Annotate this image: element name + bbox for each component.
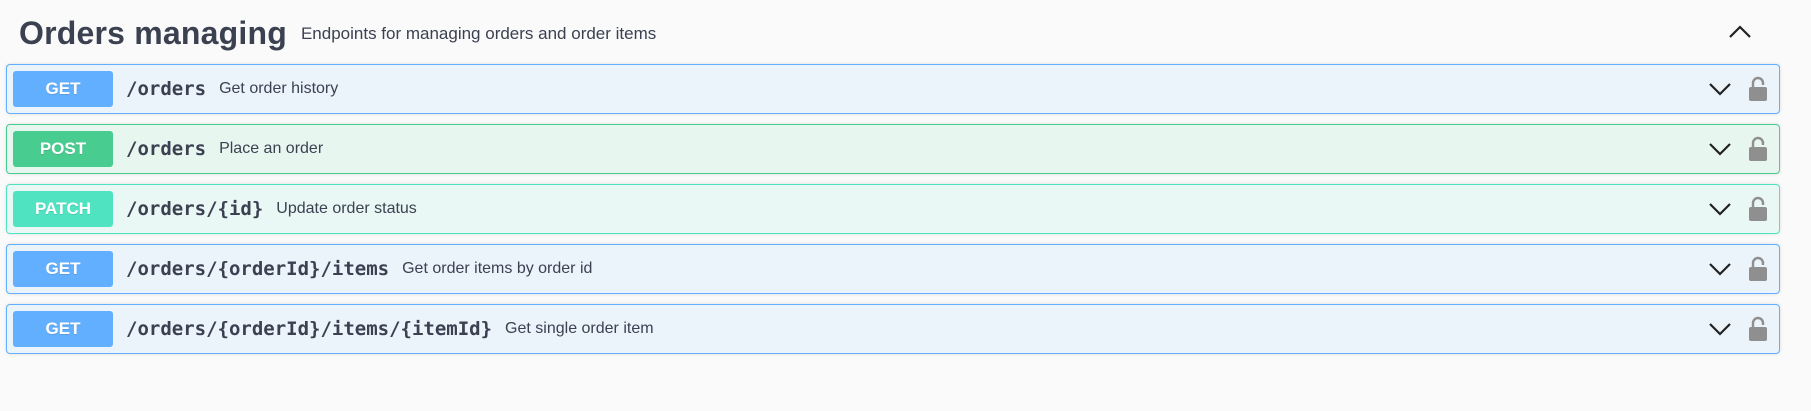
operation-summary: Update order status (276, 200, 417, 217)
method-badge: GET (13, 311, 113, 347)
section-description: Endpoints for managing orders and order … (300, 24, 657, 43)
method-badge: POST (13, 131, 113, 167)
operation-controls (1705, 185, 1769, 233)
operation-path: /orders/{orderId}/items/{itemId} (126, 318, 493, 340)
section-header[interactable]: Orders managing Endpoints for managing o… (6, 0, 1780, 67)
lock-icon[interactable] (1747, 315, 1769, 343)
operation-summary: Get order items by order id (402, 260, 593, 277)
chevron-down-icon[interactable] (1705, 314, 1735, 344)
lock-icon[interactable] (1747, 135, 1769, 163)
operation-get-order-items[interactable]: GET /orders/{orderId}/items Get order it… (6, 244, 1780, 294)
operation-post-orders[interactable]: POST /orders Place an order (6, 124, 1780, 174)
operation-get-orders[interactable]: GET /orders Get order history (6, 64, 1780, 114)
operation-path: /orders/{orderId}/items (126, 258, 390, 280)
chevron-up-icon[interactable] (1722, 14, 1758, 50)
operation-controls (1705, 245, 1769, 293)
operation-summary: Place an order (219, 140, 324, 157)
lock-icon[interactable] (1747, 195, 1769, 223)
operation-summary: Get single order item (505, 320, 654, 337)
operation-controls (1705, 305, 1769, 353)
operation-path: /orders (126, 138, 207, 160)
operation-path: /orders (126, 78, 207, 100)
operation-patch-order-status[interactable]: PATCH /orders/{id} Update order status (6, 184, 1780, 234)
operation-controls (1705, 65, 1769, 113)
chevron-down-icon[interactable] (1705, 134, 1735, 164)
chevron-down-icon[interactable] (1705, 254, 1735, 284)
operation-summary: Get order history (219, 80, 339, 97)
method-badge: PATCH (13, 191, 113, 227)
operation-controls (1705, 125, 1769, 173)
chevron-down-icon[interactable] (1705, 74, 1735, 104)
section-title: Orders managing (19, 14, 287, 51)
operation-get-single-order-item[interactable]: GET /orders/{orderId}/items/{itemId} Get… (6, 304, 1780, 354)
method-badge: GET (13, 71, 113, 107)
method-badge: GET (13, 251, 113, 287)
chevron-down-icon[interactable] (1705, 194, 1735, 224)
operation-path: /orders/{id} (126, 198, 264, 220)
orders-section: Orders managing Endpoints for managing o… (0, 0, 1811, 411)
lock-icon[interactable] (1747, 75, 1769, 103)
lock-icon[interactable] (1747, 255, 1769, 283)
